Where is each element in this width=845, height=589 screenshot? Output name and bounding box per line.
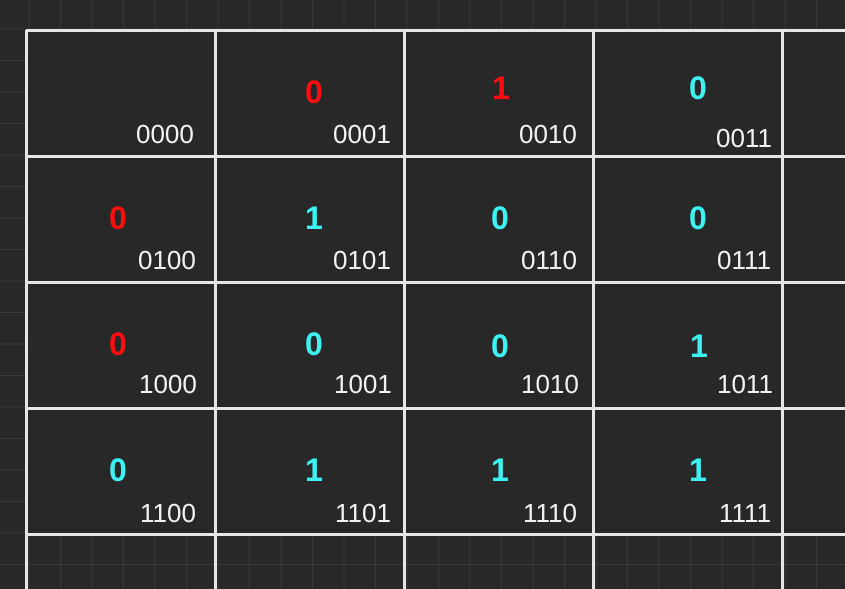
cell-value: 0 [689, 200, 707, 236]
cell-value: 0 [305, 326, 323, 362]
cell-code: 1110 [523, 498, 577, 528]
cell-value: 1 [491, 452, 509, 488]
cell-value: 1 [492, 70, 510, 106]
table-cell-0100: 0 0100 [28, 158, 214, 281]
table-cell-0011: 0 0011 [595, 32, 781, 155]
cell-code: 0011 [716, 123, 772, 153]
cell-value: 1 [305, 200, 323, 236]
cell-code: 1101 [335, 498, 391, 528]
cell-value: 1 [689, 452, 707, 488]
cell-value: 0 [109, 326, 127, 362]
cell-code: 0111 [717, 245, 771, 275]
table-cell-1001: 0 1001 [217, 284, 403, 407]
cell-code: 1001 [334, 369, 392, 399]
table-cell-0001: 0 0001 [217, 32, 403, 155]
cell-value: 1 [690, 328, 708, 364]
cell-code: 1011 [717, 369, 773, 399]
table-cell-partial [784, 410, 845, 533]
cell-value: 0 [491, 328, 509, 364]
table-cell-0000: 0000 [28, 32, 214, 155]
cell-code: 0110 [521, 245, 577, 275]
cell-value: 1 [305, 452, 323, 488]
table-cell-0110: 0 0110 [406, 158, 592, 281]
cell-value: 0 [491, 200, 509, 236]
cell-value: 0 [109, 200, 127, 236]
table-cell-1100: 0 1100 [28, 410, 214, 533]
table-cell-partial [784, 158, 845, 281]
cell-code: 1100 [140, 498, 196, 528]
table-cell-1111: 1 1111 [595, 410, 781, 533]
cell-code: 0010 [519, 119, 577, 149]
truth-table-canvas: 0000 0 0001 1 0010 0 0011 0 0100 1 0101 … [0, 0, 845, 589]
table-cell-0101: 1 0101 [217, 158, 403, 281]
table-cell-partial [784, 32, 845, 155]
table-cell-partial [784, 284, 845, 407]
cell-code: 0000 [136, 119, 194, 149]
cell-code: 1010 [521, 369, 579, 399]
table-cell-1110: 1 1110 [406, 410, 592, 533]
table-cell-0111: 0 0111 [595, 158, 781, 281]
cell-value: 0 [689, 70, 707, 106]
cell-code: 0100 [138, 245, 196, 275]
table-cell-1101: 1 1101 [217, 410, 403, 533]
cell-code: 1111 [719, 498, 772, 528]
cell-value: 0 [109, 452, 127, 488]
grid-line [26, 533, 845, 536]
table-cell-1010: 0 1010 [406, 284, 592, 407]
cell-value: 0 [305, 74, 323, 110]
cell-code: 0001 [333, 119, 391, 149]
table-cell-1000: 0 1000 [28, 284, 214, 407]
table-cell-1011: 1 1011 [595, 284, 781, 407]
cell-code: 1000 [139, 369, 197, 399]
cell-code: 0101 [333, 245, 391, 275]
table-cell-0010: 1 0010 [406, 32, 592, 155]
